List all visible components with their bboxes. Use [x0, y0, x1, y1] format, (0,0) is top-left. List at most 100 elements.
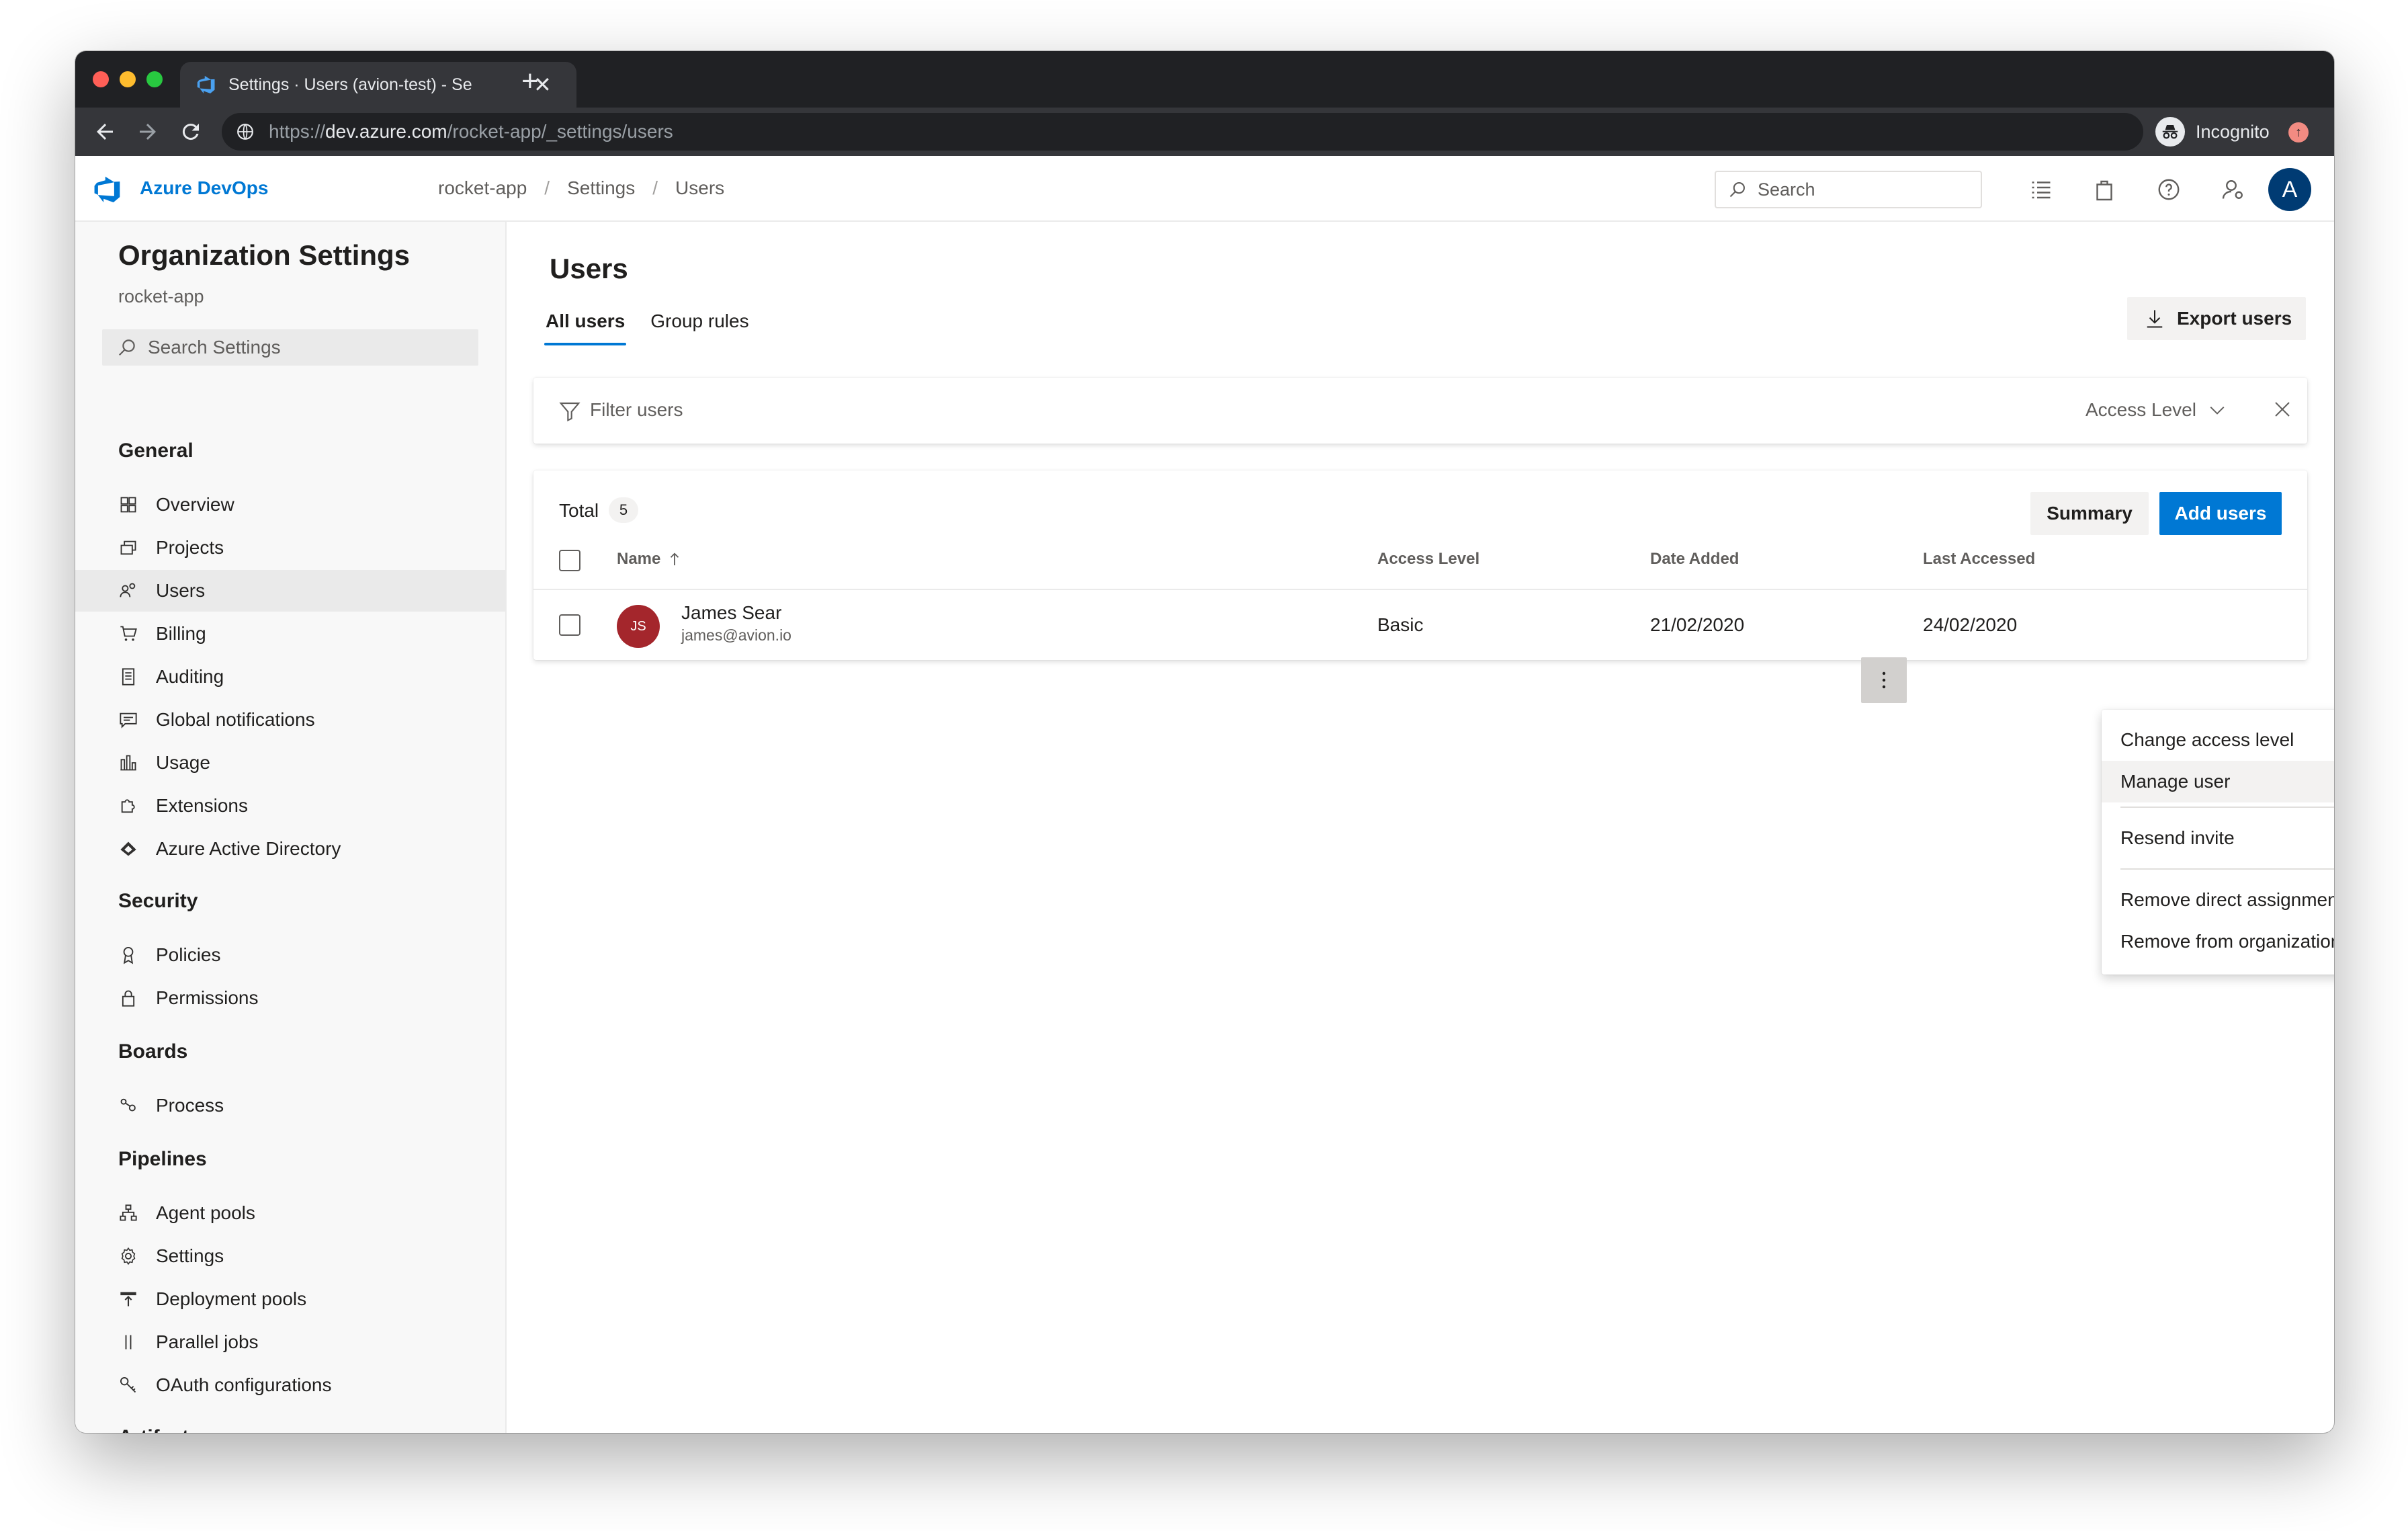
settings-search-placeholder: Search Settings	[148, 337, 281, 358]
browser-tab[interactable]: Settings · Users (avion-test) - Se ✕	[180, 62, 576, 108]
menu-item-resend-invite[interactable]: Resend invite	[2102, 817, 2334, 859]
sidebar-item-billing[interactable]: Billing	[75, 613, 505, 655]
sidebar-item-process[interactable]: Process	[75, 1085, 505, 1126]
summary-button[interactable]: Summary	[2030, 492, 2149, 535]
browser-toolbar: https://dev.azure.com/rocket-app/_settin…	[75, 108, 2334, 156]
sidebar-item-users[interactable]: Users	[75, 570, 505, 612]
page-title: Users	[550, 253, 628, 284]
sidebar-item-label: Overview	[156, 494, 234, 515]
reload-button[interactable]	[179, 117, 203, 153]
user-access-level: Basic	[1377, 614, 1424, 635]
sidebar-item-usage[interactable]: Usage	[75, 742, 505, 784]
column-header-name-label: Name	[617, 550, 661, 568]
column-header-last-accessed[interactable]: Last Accessed	[1923, 550, 2035, 569]
sidebar-item-deployment-pools[interactable]: Deployment pools	[75, 1278, 505, 1320]
sidebar-item-label: Usage	[156, 752, 210, 773]
sidebar-item-label: Extensions	[156, 795, 248, 816]
projects-icon	[118, 538, 138, 558]
breadcrumb-users[interactable]: Users	[675, 177, 724, 199]
forward-button[interactable]	[136, 117, 160, 153]
user-context-menu: Change access level Manage user Resend i…	[2102, 710, 2334, 975]
column-header-date-added[interactable]: Date Added	[1650, 550, 1739, 569]
export-users-button[interactable]: Export users	[2127, 297, 2306, 340]
column-header-access-level[interactable]: Access Level	[1377, 550, 1479, 569]
chevron-down-icon	[2210, 406, 2225, 415]
user-date-added: 21/02/2020	[1650, 614, 1745, 635]
row-checkbox[interactable]	[559, 614, 580, 636]
sidebar-item-projects[interactable]: Projects	[75, 527, 505, 569]
download-icon	[2147, 310, 2163, 328]
breadcrumb-settings[interactable]: Settings	[567, 177, 635, 199]
search-icon	[1729, 182, 1745, 198]
sidebar-item-agent-pools[interactable]: Agent pools	[75, 1192, 505, 1234]
browser-window: Settings · Users (avion-test) - Se ✕ + h…	[75, 51, 2334, 1433]
export-users-label: Export users	[2177, 308, 2292, 329]
settings-sidebar: Organization Settings rocket-app Search …	[75, 222, 507, 1433]
user-name[interactable]: James Sear	[681, 602, 781, 624]
sidebar-item-policies[interactable]: Policies	[75, 934, 505, 976]
site-info-icon[interactable]	[236, 123, 254, 140]
clear-filter-icon[interactable]	[2272, 399, 2292, 419]
menu-item-remove-direct-assignments[interactable]: Remove direct assignments	[2102, 879, 2334, 921]
menu-item-manage-user[interactable]: Manage user	[2102, 761, 2334, 802]
sidebar-item-extensions[interactable]: Extensions	[75, 785, 505, 827]
incognito-icon	[2155, 117, 2185, 147]
user-settings-icon[interactable]	[2221, 177, 2245, 202]
sidebar-item-auditing[interactable]: Auditing	[75, 656, 505, 698]
help-icon[interactable]	[2157, 177, 2181, 202]
sidebar-item-label: Policies	[156, 944, 221, 965]
address-bar[interactable]: https://dev.azure.com/rocket-app/_settin…	[222, 113, 2143, 151]
sidebar-org-name: rocket-app	[118, 286, 204, 306]
tab-all-users[interactable]: All users	[544, 305, 627, 345]
breadcrumb-org[interactable]: rocket-app	[438, 177, 527, 199]
total-count-badge: 5	[609, 497, 638, 523]
settings-search-input[interactable]: Search Settings	[102, 329, 478, 366]
azure-ad-icon	[118, 839, 138, 859]
sidebar-item-parallel-jobs[interactable]: Parallel jobs	[75, 1321, 505, 1363]
list-icon[interactable]	[2029, 177, 2053, 202]
sidebar-item-overview[interactable]: Overview	[75, 484, 505, 526]
sidebar-item-label: Global notifications	[156, 709, 315, 730]
filter-icon	[559, 402, 580, 422]
back-button[interactable]	[93, 117, 117, 153]
tab-group-rules[interactable]: Group rules	[649, 305, 750, 345]
sidebar-item-global-notifications[interactable]: Global notifications	[75, 699, 505, 741]
user-email: james@avion.io	[681, 626, 791, 644]
sidebar-item-label: Azure Active Directory	[156, 838, 341, 859]
global-search-input[interactable]: Search	[1715, 171, 1982, 208]
maximize-window-button[interactable]	[146, 71, 163, 87]
user-last-accessed: 24/02/2020	[1923, 614, 2018, 635]
parallel-icon	[118, 1332, 138, 1352]
sidebar-item-azure-active-directory[interactable]: Azure Active Directory	[75, 828, 505, 870]
incognito-indicator[interactable]: Incognito	[2155, 116, 2270, 148]
column-header-name[interactable]: Name	[617, 550, 682, 569]
update-menu-icon[interactable]: ↑	[2288, 122, 2309, 142]
sidebar-item-label: OAuth configurations	[156, 1374, 332, 1395]
account-avatar[interactable]: A	[2268, 168, 2311, 211]
shopping-bag-icon[interactable]	[2092, 177, 2116, 202]
add-users-button[interactable]: Add users	[2159, 492, 2282, 535]
new-tab-button[interactable]: +	[521, 65, 539, 98]
sidebar-item-label: Auditing	[156, 666, 224, 687]
global-search-placeholder: Search	[1758, 179, 1815, 200]
brand-name[interactable]: Azure DevOps	[140, 177, 268, 199]
sidebar-item-oauth-configurations[interactable]: OAuth configurations	[75, 1364, 505, 1406]
user-avatar: JS	[617, 605, 660, 648]
lock-icon	[118, 988, 138, 1008]
arrow-left-icon	[97, 124, 113, 140]
azure-devops-logo-icon[interactable]	[93, 175, 122, 204]
sidebar-item-label: Parallel jobs	[156, 1331, 259, 1352]
sidebar-item-permissions[interactable]: Permissions	[75, 977, 505, 1019]
close-window-button[interactable]	[93, 71, 109, 87]
access-level-filter-label: Access Level	[2086, 399, 2196, 420]
select-all-checkbox[interactable]	[559, 550, 580, 571]
sidebar-item-settings[interactable]: Settings	[75, 1235, 505, 1277]
policy-badge-icon	[118, 945, 138, 965]
row-more-actions-button[interactable]	[1861, 657, 1907, 703]
menu-divider	[2120, 806, 2334, 808]
minimize-window-button[interactable]	[120, 71, 136, 87]
filter-users-input[interactable]: Filter users	[590, 399, 683, 421]
access-level-filter-dropdown[interactable]: Access Level	[2086, 399, 2226, 421]
menu-item-change-access-level[interactable]: Change access level	[2102, 719, 2334, 761]
menu-item-remove-from-organization[interactable]: Remove from organization	[2102, 921, 2334, 962]
